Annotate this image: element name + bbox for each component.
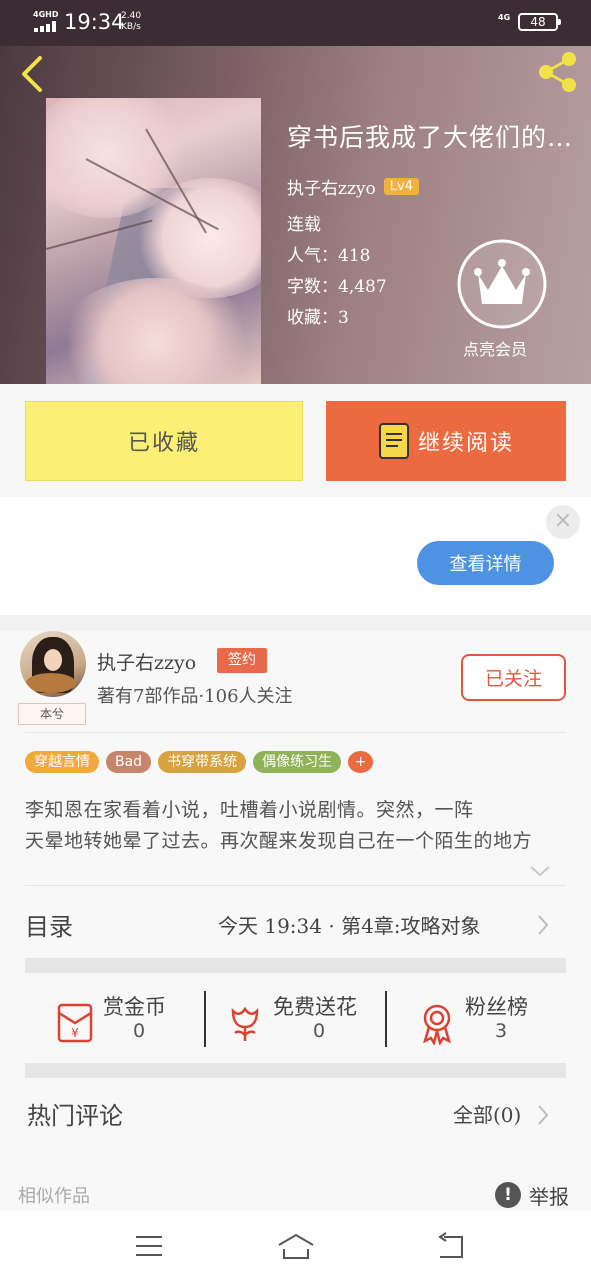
tag-chip[interactable]: 穿越言情 — [25, 751, 99, 773]
status-bar: 4GHD 19:34 2.40 KB/s 4G 48 — [0, 0, 591, 46]
book-cover-image[interactable] — [46, 98, 261, 384]
level-badge: Lv4 — [383, 177, 419, 195]
divider — [25, 732, 566, 733]
stat-value: 0 — [313, 1020, 326, 1042]
vip-label[interactable]: 点亮会员 — [463, 336, 527, 360]
hot-comments-label: 热门评论 — [27, 1102, 123, 1130]
section-divider — [25, 1063, 566, 1078]
more-tags-button[interactable]: + — [348, 751, 374, 773]
follow-button[interactable]: 已关注 — [461, 654, 566, 701]
signed-badge: 签约 — [217, 648, 267, 673]
book-details: 本兮 执子右zzyo 签约 著有7部作品·106人关注 已关注 穿越言情 Bad… — [0, 631, 591, 1211]
flower-icon — [231, 1006, 259, 1041]
similar-works-label: 相似作品 — [18, 1186, 90, 1207]
report-link[interactable]: 举报 — [529, 1181, 569, 1210]
stat-label: 赏金币 — [103, 995, 166, 1019]
back-icon[interactable] — [434, 1231, 468, 1261]
author-stats: 著有7部作品·106人关注 — [97, 686, 293, 707]
divider — [204, 991, 206, 1047]
favorited-button[interactable]: 已收藏 — [25, 401, 303, 481]
toc-label: 目录 — [25, 913, 73, 941]
system-nav-bar — [0, 1211, 591, 1280]
stat-value: 3 — [495, 1020, 508, 1042]
red-envelope-icon: ¥ — [57, 1003, 93, 1043]
tag-list: 穿越言情 Bad 书穿带系统 偶像练习生 + — [25, 751, 374, 773]
hot-comments-row: 热门评论 全部(0) — [25, 1078, 566, 1158]
table-of-contents-row[interactable]: 目录 今天 19:34 · 第4章:攻略对象 — [25, 887, 566, 957]
chevron-down-icon[interactable] — [528, 864, 552, 878]
book-favorites: 收藏：3 — [287, 308, 349, 328]
report-icon[interactable]: ! — [495, 1182, 521, 1208]
synopsis-line: 天晕地转她晕了过去。再次醒来发现自己在一个陌生的地方 — [25, 830, 533, 852]
book-status: 连载 — [287, 215, 321, 235]
divider — [25, 885, 566, 886]
chevron-right-icon[interactable] — [537, 1104, 549, 1126]
signal-label: 4GHD — [33, 10, 59, 19]
all-comments-link[interactable]: 全部(0) — [453, 1099, 521, 1128]
book-title: 穿书后我成了大佬们的白月光 — [287, 123, 583, 152]
book-icon — [378, 423, 409, 459]
back-arrow-icon[interactable] — [18, 54, 48, 94]
section-divider — [25, 958, 566, 973]
signal-bars-icon — [34, 21, 58, 32]
synopsis[interactable]: 李知恩在家看着小说，吐槽着小说剧情。突然，一阵 天晕地转她晕了过去。再次醒来发现… — [25, 795, 565, 857]
action-bar: 已收藏 继续阅读 — [0, 384, 591, 497]
section-divider — [0, 615, 591, 631]
stat-label: 免费送花 — [273, 995, 357, 1019]
chevron-right-icon — [538, 915, 549, 935]
book-word-count: 字数：4,487 — [287, 277, 387, 297]
network-type: 4G — [498, 13, 511, 22]
author-name[interactable]: 执子右zzyo — [97, 648, 196, 675]
book-header: 穿书后我成了大佬们的白月光 执子右zzyo Lv4 连载 人气：418 字数：4… — [0, 46, 591, 384]
status-time: 19:34 — [64, 10, 125, 34]
continue-reading-button[interactable]: 继续阅读 — [326, 401, 566, 481]
view-details-button[interactable]: 查看详情 — [417, 541, 554, 585]
svg-text:¥: ¥ — [71, 1026, 79, 1040]
tag-chip[interactable]: 书穿带系统 — [158, 751, 247, 773]
book-author-name[interactable]: 执子右zzyo — [287, 174, 376, 199]
medal-icon — [423, 1004, 451, 1045]
stat-label: 粉丝榜 — [465, 995, 528, 1019]
avatar-tag: 本兮 — [18, 703, 86, 725]
speed-value: 2.40 — [121, 11, 142, 21]
close-icon[interactable]: × — [546, 505, 580, 539]
divider — [385, 991, 387, 1047]
share-icon[interactable] — [536, 50, 580, 94]
book-popularity: 人气：418 — [287, 246, 371, 266]
latest-chapter: 今天 19:34 · 第4章:攻略对象 — [218, 914, 481, 938]
home-icon[interactable] — [276, 1231, 316, 1261]
crown-icon[interactable] — [456, 238, 548, 330]
battery-icon: 48 — [518, 13, 561, 31]
menu-icon[interactable] — [134, 1233, 164, 1259]
avatar[interactable] — [20, 631, 86, 697]
continue-reading-label: 继续阅读 — [417, 431, 514, 456]
ad-banner: × 查看详情 — [0, 497, 591, 615]
speed-unit: KB/s — [121, 22, 141, 32]
synopsis-line: 李知恩在家看着小说，吐槽着小说剧情。突然，一阵 — [25, 799, 474, 821]
network-speed: 2.40 KB/s — [121, 11, 141, 33]
tag-chip[interactable]: Bad — [106, 751, 152, 773]
book-author-row: 执子右zzyo Lv4 — [287, 174, 419, 199]
stat-value: 0 — [133, 1020, 146, 1042]
tag-chip[interactable]: 偶像练习生 — [253, 751, 342, 773]
